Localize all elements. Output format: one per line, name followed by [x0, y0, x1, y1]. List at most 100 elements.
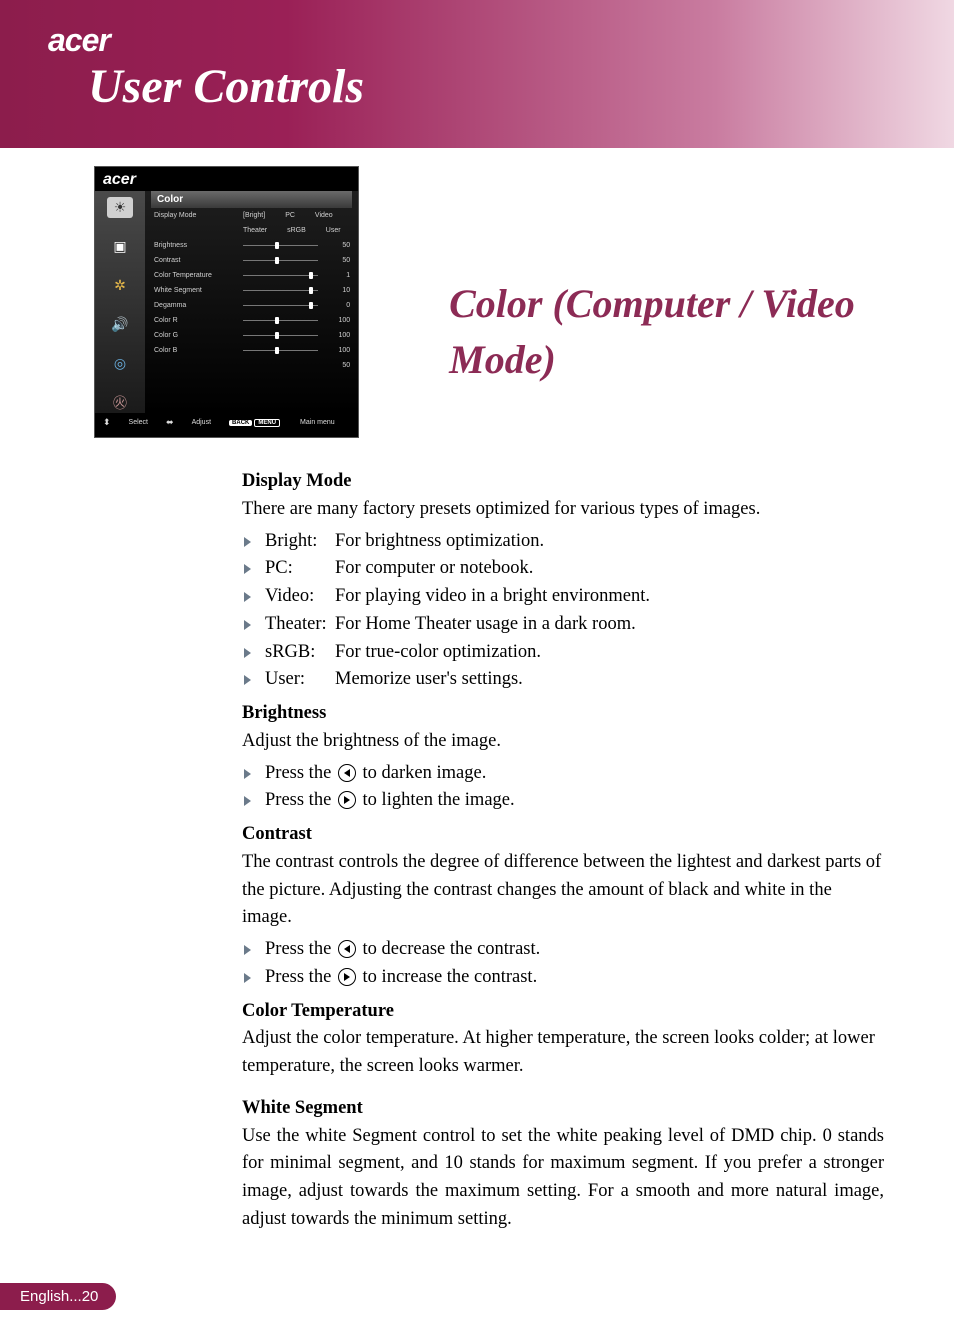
- osd-slider-track: [239, 290, 322, 291]
- osd-opt: [Bright]: [243, 212, 265, 219]
- osd-slider-row: Contrast 50: [151, 253, 352, 268]
- osd-slider-value: 50: [322, 257, 352, 264]
- osd-footer-main: Main menu: [300, 419, 335, 426]
- mode-desc: For brightness optimization.: [335, 531, 544, 551]
- osd-slider-label: White Segment: [151, 287, 239, 294]
- panel-title: Color (Computer / Video Mode): [449, 166, 884, 388]
- list-item: PC:For computer or notebook.: [242, 555, 884, 583]
- osd-slider-value: 1: [322, 272, 352, 279]
- osd-slider-row: Brightness 50: [151, 238, 352, 253]
- para-brightness: Adjust the brightness of the image.: [242, 728, 884, 756]
- text: to darken image.: [358, 763, 486, 783]
- para-display-mode: There are many factory presets optimized…: [242, 496, 884, 524]
- mode-key: Theater:: [265, 611, 335, 639]
- osd-screenshot: acer ☀ ▣ ✲ 🔊 ◎ ㊋ Color Display Mode: [94, 166, 359, 438]
- page-header: acer User Controls: [0, 0, 954, 148]
- bullet-icon: [244, 537, 251, 547]
- bullet-icon: [244, 564, 251, 574]
- osd-slider-value: 100: [322, 332, 352, 339]
- heading-white-segment: White Segment: [242, 1095, 884, 1123]
- osd-menu-tag: MENU: [254, 419, 280, 427]
- list-item: User:Memorize user's settings.: [242, 666, 884, 694]
- osd-slider-value: 50: [322, 242, 352, 249]
- text: to lighten the image.: [358, 790, 515, 810]
- osd-opt: sRGB: [287, 227, 306, 234]
- bullet-icon: [244, 769, 251, 779]
- tools-icon: ✲: [107, 275, 133, 296]
- lang-icon: ㊋: [107, 392, 133, 413]
- osd-slider-track: [239, 335, 322, 336]
- leftright-icon: ⬌: [166, 417, 174, 428]
- osd-slider-track: [239, 275, 322, 276]
- osd-footer: ⬍ Select ⬌ Adjust BACKMENU Main menu: [95, 413, 358, 432]
- osd-slider-value: 0: [322, 302, 352, 309]
- osd-opt: PC: [285, 212, 295, 219]
- bullet-icon: [244, 796, 251, 806]
- mode-desc: For playing video in a bright environmen…: [335, 586, 650, 606]
- list-item: Press the to lighten the image.: [242, 787, 884, 815]
- osd-slider-label: Degamma: [151, 302, 239, 309]
- brand-logo: acer: [48, 22, 954, 59]
- mode-key: sRGB:: [265, 639, 335, 667]
- osd-mode-label: Display Mode: [151, 212, 239, 219]
- mode-desc: For computer or notebook.: [335, 558, 533, 578]
- osd-tab-icons: ☀ ▣ ✲ 🔊 ◎ ㊋: [95, 191, 145, 413]
- left-arrow-button-icon: [338, 940, 356, 958]
- osd-slider-label: Contrast: [151, 257, 239, 264]
- osd-opt: Video: [315, 212, 333, 219]
- text: to increase the contrast.: [358, 967, 537, 987]
- image-icon: ▣: [107, 236, 133, 257]
- left-arrow-button-icon: [338, 764, 356, 782]
- para-color-temp: Adjust the color temperature. At higher …: [242, 1025, 884, 1081]
- heading-display-mode: Display Mode: [242, 468, 884, 496]
- mode-key: User:: [265, 666, 335, 694]
- osd-opt: Theater: [243, 227, 267, 234]
- bullet-icon: [244, 945, 251, 955]
- heading-contrast: Contrast: [242, 821, 884, 849]
- para-white-segment: Use the white Segment control to set the…: [242, 1123, 884, 1234]
- list-item: Bright:For brightness optimization.: [242, 528, 884, 556]
- text: Press the: [265, 790, 336, 810]
- osd-slider-label: Color R: [151, 317, 239, 324]
- osd-back-tag: BACK: [229, 420, 252, 426]
- osd-mode-row1: [Bright] PC Video: [239, 212, 333, 219]
- osd-brand: acer: [95, 167, 358, 191]
- osd-footer-select: Select: [129, 419, 148, 426]
- list-item: Press the to darken image.: [242, 760, 884, 788]
- mode-desc: For Home Theater usage in a dark room.: [335, 614, 636, 634]
- osd-mode-row2: Theater sRGB User: [239, 227, 341, 234]
- osd-slider-track: [239, 245, 322, 246]
- osd-slider-row: Color Temperature1: [151, 268, 352, 283]
- speaker-icon: 🔊: [107, 314, 133, 335]
- list-item: Press the to increase the contrast.: [242, 964, 884, 992]
- bullet-icon: [244, 592, 251, 602]
- mode-desc: Memorize user's settings.: [335, 669, 523, 689]
- osd-slider-row: Color R 100: [151, 313, 352, 328]
- text: Press the: [265, 939, 336, 959]
- osd-slider-row: Color G 100: [151, 328, 352, 343]
- osd-slider-label: Color G: [151, 332, 239, 339]
- osd-slider-track: [239, 350, 322, 351]
- right-arrow-button-icon: [338, 968, 356, 986]
- osd-slider-row: Degamma 0: [151, 298, 352, 313]
- osd-slider-track: [239, 305, 322, 306]
- heading-brightness: Brightness: [242, 700, 884, 728]
- text: Press the: [265, 763, 336, 783]
- updown-icon: ⬍: [103, 417, 111, 428]
- osd-slider-row: White Segment 10: [151, 283, 352, 298]
- osd-slider-label: Color B: [151, 347, 239, 354]
- list-item: Theater:For Home Theater usage in a dark…: [242, 611, 884, 639]
- osd-slider-value: 10: [322, 287, 352, 294]
- osd-panel-title: Color: [151, 191, 352, 208]
- mode-key: Video:: [265, 583, 335, 611]
- text: to decrease the contrast.: [358, 939, 540, 959]
- osd-slider-track: [239, 260, 322, 261]
- mode-key: Bright:: [265, 528, 335, 556]
- osd-slider-label: Brightness: [151, 242, 239, 249]
- lamp-icon: ◎: [107, 353, 133, 374]
- text: Press the: [265, 967, 336, 987]
- osd-slider-value: 100: [322, 317, 352, 324]
- list-item: Video:For playing video in a bright envi…: [242, 583, 884, 611]
- osd-slider-value: 100: [322, 347, 352, 354]
- para-contrast: The contrast controls the degree of diff…: [242, 849, 884, 932]
